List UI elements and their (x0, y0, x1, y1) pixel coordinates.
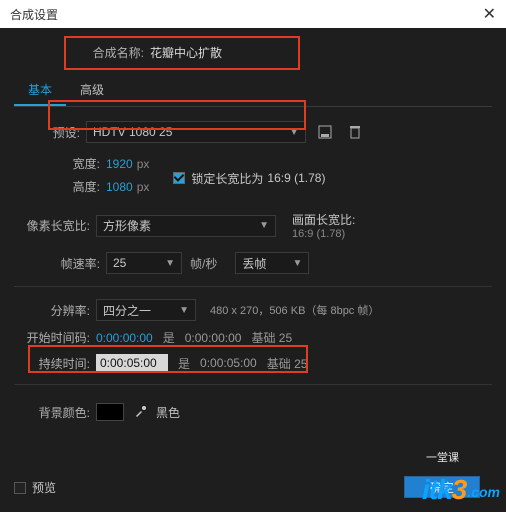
dropframe-dropdown[interactable]: 丢帧 ▼ (235, 252, 309, 274)
preset-dropdown[interactable]: HDTV 1080 25 ▼ (86, 121, 306, 143)
lock-aspect-checkbox[interactable] (173, 172, 185, 184)
divider (14, 286, 492, 287)
bgcolor-name: 黑色 (156, 404, 180, 421)
resolution-label: 分辨率: (14, 302, 90, 319)
pixel-aspect-dropdown[interactable]: 方形像素 ▼ (96, 215, 276, 237)
close-icon[interactable]: ✕ (483, 4, 496, 24)
chevron-down-icon: ▼ (292, 258, 302, 269)
bgcolor-swatch[interactable] (96, 403, 124, 421)
chevron-down-icon: ▼ (165, 258, 175, 269)
start-is-value: 0:00:00:00 (185, 331, 242, 345)
chevron-down-icon: ▼ (259, 220, 269, 231)
save-preset-icon[interactable] (314, 121, 336, 143)
bgcolor-label: 背景颜色: (14, 404, 90, 421)
start-timecode-label: 开始时间码: (14, 329, 90, 346)
width-unit: px (137, 157, 150, 171)
duration-is-label: 是 (178, 355, 190, 372)
start-is-label: 是 (163, 329, 175, 346)
duration-field[interactable] (96, 354, 168, 372)
framerate-value: 25 (113, 256, 126, 270)
lock-aspect-ratio: 16:9 (1.78) (267, 171, 325, 185)
preview-checkbox[interactable] (14, 482, 26, 494)
start-timecode-field[interactable]: 0:00:00:00 (96, 331, 153, 345)
preview-label: 预览 (32, 479, 56, 496)
width-label: 宽度: (14, 155, 100, 172)
resolution-info: 480 x 270，506 KB（每 8bpc 帧） (210, 302, 379, 318)
framerate-unit: 帧/秒 (190, 255, 217, 272)
start-base: 基础 25 (251, 329, 292, 346)
duration-is-value: 0:00:05:00 (200, 356, 257, 370)
resolution-value: 四分之一 (103, 302, 151, 319)
pixel-aspect-label: 像素长宽比: (14, 217, 90, 234)
delete-preset-icon[interactable] (344, 121, 366, 143)
height-unit: px (137, 180, 150, 194)
height-field[interactable]: 1080 (106, 180, 133, 194)
framerate-label: 帧速率: (14, 255, 100, 272)
frame-aspect-value: 16:9 (1.78) (292, 228, 355, 240)
divider (14, 384, 492, 385)
eyedropper-icon[interactable] (134, 404, 148, 421)
resolution-dropdown[interactable]: 四分之一 ▼ (96, 299, 196, 321)
comp-name-label: 合成名称: (14, 44, 144, 61)
chevron-down-icon: ▼ (179, 305, 189, 316)
tab-advanced[interactable]: 高级 (66, 75, 118, 106)
window-title: 合成设置 (10, 6, 58, 23)
ok-button[interactable]: 确定 (404, 476, 480, 498)
width-field[interactable]: 1920 (106, 157, 133, 171)
height-label: 高度: (14, 178, 100, 195)
framerate-dropdown[interactable]: 25 ▼ (106, 252, 182, 274)
frame-aspect-label: 画面长宽比: (292, 211, 355, 228)
pixel-aspect-value: 方形像素 (103, 217, 151, 234)
duration-base: 基础 25 (267, 355, 308, 372)
preset-label: 预设: (14, 124, 80, 141)
chevron-down-icon: ▼ (289, 127, 299, 138)
tab-basic[interactable]: 基本 (14, 75, 66, 106)
duration-label: 持续时间: (14, 355, 90, 372)
preset-value: HDTV 1080 25 (93, 125, 172, 139)
dropframe-value: 丢帧 (242, 255, 266, 272)
comp-name-field[interactable]: 花瓣中心扩散 (150, 44, 222, 61)
lock-aspect-label: 锁定长宽比为 (191, 170, 263, 187)
